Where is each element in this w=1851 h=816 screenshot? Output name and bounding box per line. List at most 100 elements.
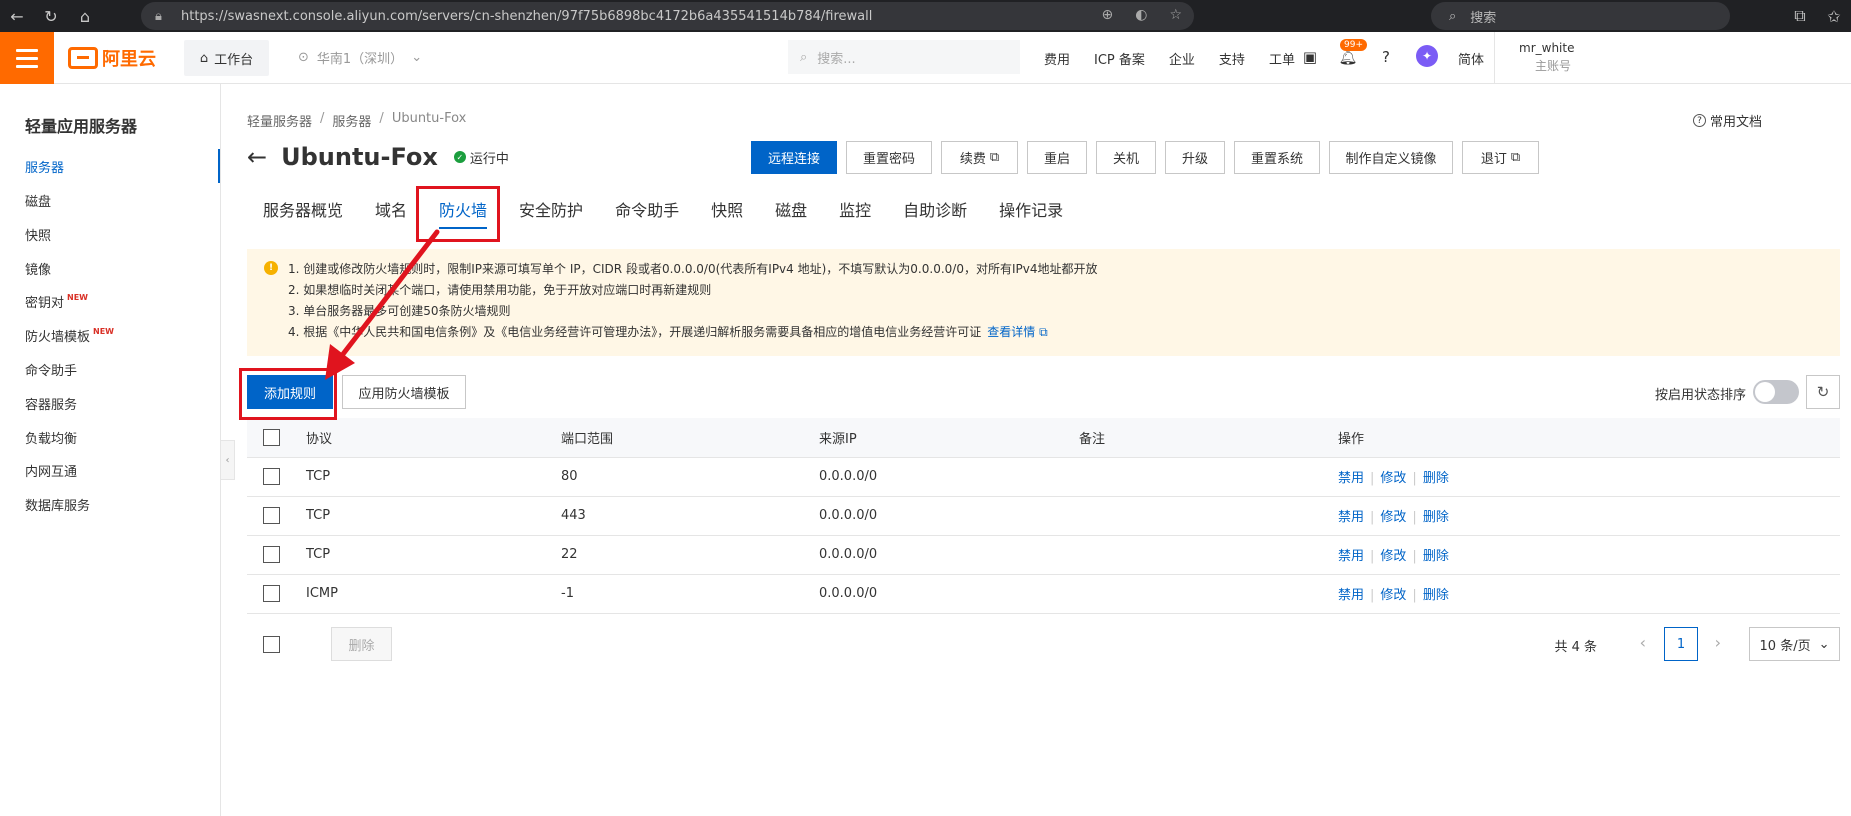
sidebar-item-images[interactable]: 镜像	[0, 251, 220, 285]
menu-icon[interactable]	[0, 32, 54, 84]
unsubscribe-button[interactable]: 退订 ⧉	[1462, 141, 1539, 174]
row-checkbox[interactable]	[263, 585, 280, 602]
tab-overview[interactable]: 服务器概览	[247, 189, 359, 229]
nav-link-support[interactable]: 支持	[1219, 49, 1245, 68]
ai-assistant-icon[interactable]: ✦	[1416, 45, 1438, 67]
reset-system-button[interactable]: 重置系统	[1234, 141, 1320, 174]
back-arrow-icon[interactable]: ←	[247, 143, 267, 171]
tab-command-assistant[interactable]: 命令助手	[599, 189, 695, 229]
create-custom-image-button[interactable]: 制作自定义镜像	[1329, 141, 1453, 174]
shutdown-button[interactable]: 关机	[1096, 141, 1156, 174]
home-icon[interactable]: ⌂	[68, 0, 102, 32]
workbench-button[interactable]: ⌂ 工作台	[184, 40, 269, 76]
cell-actions: 禁用 | 修改 | 删除	[1338, 496, 1840, 536]
view-details-link[interactable]: 查看详情 ⧉	[987, 325, 1047, 339]
reset-password-button[interactable]: 重置密码	[846, 141, 932, 174]
notice-line: 2. 如果想临时关闭某个端口，请使用禁用功能，免于开放对应端口时再新建规则	[288, 283, 712, 297]
tab-domain[interactable]: 域名	[359, 189, 423, 229]
region-selector[interactable]: ⊙ 华南1（深圳） ⌄	[298, 48, 422, 67]
next-page-icon[interactable]: ›	[1715, 633, 1721, 652]
disable-link[interactable]: 禁用	[1338, 549, 1364, 564]
nav-link-ticket[interactable]: 工单	[1269, 49, 1295, 68]
cell-protocol: ICMP	[306, 574, 561, 614]
address-bar[interactable]: 🔒︎ https://swasnext.console.aliyun.com/s…	[141, 2, 1194, 30]
sidebar-item-label: 负载均衡	[25, 431, 78, 447]
nav-link-enterprise[interactable]: 企业	[1169, 49, 1195, 68]
warning-icon: !	[264, 261, 278, 275]
extensions-icon[interactable]: ⧉	[1783, 0, 1817, 32]
sidebar-item-containers[interactable]: 容器服务	[0, 386, 220, 420]
renew-button[interactable]: 续费 ⧉	[941, 141, 1018, 174]
edit-link[interactable]: 修改	[1380, 510, 1406, 525]
reload-icon[interactable]: ↻	[34, 0, 68, 32]
tab-disks[interactable]: 磁盘	[759, 189, 823, 229]
page-size-select[interactable]: 10 条/页 ⌄	[1749, 627, 1840, 661]
translate-icon[interactable]: ◐	[1135, 7, 1147, 23]
disable-link[interactable]: 禁用	[1338, 510, 1364, 525]
delete-link[interactable]: 删除	[1423, 549, 1449, 564]
language-switch[interactable]: 简体	[1458, 49, 1484, 68]
remote-connect-button[interactable]: 远程连接	[751, 141, 837, 174]
sidebar-item-disks[interactable]: 磁盘	[0, 183, 220, 217]
sidebar-item-snapshots[interactable]: 快照	[0, 217, 220, 251]
sidebar-item-label: 内网互通	[25, 464, 78, 480]
nav-link-icp[interactable]: ICP 备案	[1094, 49, 1145, 68]
nav-link-billing[interactable]: 费用	[1044, 49, 1070, 68]
edit-link[interactable]: 修改	[1380, 549, 1406, 564]
sidebar-item-intranet[interactable]: 内网互通	[0, 453, 220, 487]
help-icon[interactable]: ?	[1375, 46, 1397, 68]
help-docs-link[interactable]: ? 常用文档	[1692, 111, 1762, 130]
prev-page-icon[interactable]: ‹	[1640, 633, 1646, 652]
row-checkbox[interactable]	[263, 507, 280, 524]
tab-snapshots[interactable]: 快照	[695, 189, 759, 229]
delete-link[interactable]: 删除	[1423, 510, 1449, 525]
breadcrumb-item[interactable]: 轻量服务器	[247, 111, 312, 130]
view-details-label: 查看详情	[987, 325, 1036, 339]
sidebar-item-command-assistant[interactable]: 命令助手	[0, 352, 220, 386]
sidebar-item-label: 防火墙模板	[25, 329, 91, 345]
page-size-value: 10 条/页	[1759, 638, 1811, 654]
select-all-checkbox[interactable]	[263, 428, 280, 446]
terminal-icon[interactable]: ▣	[1299, 46, 1321, 68]
sidebar-item-load-balancing[interactable]: 负载均衡	[0, 420, 220, 454]
tab-security[interactable]: 安全防护	[503, 189, 599, 229]
sidebar-item-firewall-templates[interactable]: 防火墙模板 NEW	[0, 318, 220, 352]
tab-self-diagnosis[interactable]: 自助诊断	[887, 189, 983, 229]
zoom-icon[interactable]: ⊕	[1101, 7, 1113, 23]
row-checkbox[interactable]	[263, 546, 280, 563]
sidebar-item-servers[interactable]: 服务器	[0, 149, 220, 183]
browser-search[interactable]: ⌕ 搜索	[1431, 2, 1730, 30]
upgrade-button[interactable]: 升级	[1165, 141, 1225, 174]
refresh-icon[interactable]: ↻	[1806, 375, 1840, 409]
account-type: 主账号	[1535, 59, 1572, 73]
sidebar-item-keypairs[interactable]: 密钥对 NEW	[0, 284, 220, 318]
sort-by-status-toggle[interactable]	[1753, 380, 1799, 404]
url-text: https://swasnext.console.aliyun.com/serv…	[181, 8, 873, 24]
user-menu[interactable]: mr_white 主账号	[1494, 32, 1574, 84]
breadcrumb-item[interactable]: 服务器	[332, 111, 371, 130]
global-search-input[interactable]: ⌕ 搜索...	[788, 40, 1020, 74]
tab-operation-log[interactable]: 操作记录	[983, 189, 1079, 229]
back-arrow-icon[interactable]: ←	[0, 0, 34, 32]
sidebar-item-databases[interactable]: 数据库服务	[0, 487, 220, 521]
footer-select-all-checkbox[interactable]	[263, 636, 280, 653]
favorites-icon[interactable]: ✩	[1817, 0, 1851, 32]
delete-link[interactable]: 删除	[1423, 588, 1449, 603]
batch-delete-button[interactable]: 删除	[331, 627, 392, 661]
edit-link[interactable]: 修改	[1380, 471, 1406, 486]
apply-template-button[interactable]: 应用防火墙模板	[342, 375, 466, 409]
star-icon[interactable]: ☆	[1169, 7, 1182, 23]
row-checkbox[interactable]	[263, 468, 280, 485]
current-page[interactable]: 1	[1664, 627, 1698, 661]
notice-line: 4. 根据《中华人民共和国电信条例》及《电信业务经营许可管理办法》，开展递归解析…	[288, 322, 1840, 343]
cell-note	[1079, 457, 1338, 497]
disable-link[interactable]: 禁用	[1338, 588, 1364, 603]
edit-link[interactable]: 修改	[1380, 588, 1406, 603]
cell-source: 0.0.0.0/0	[819, 535, 1079, 575]
delete-link[interactable]: 删除	[1423, 471, 1449, 486]
disable-link[interactable]: 禁用	[1338, 471, 1364, 486]
check-circle-icon: ✓	[453, 151, 466, 163]
aliyun-logo[interactable]: 阿里云	[68, 45, 156, 71]
tab-monitoring[interactable]: 监控	[823, 189, 887, 229]
restart-button[interactable]: 重启	[1027, 141, 1087, 174]
